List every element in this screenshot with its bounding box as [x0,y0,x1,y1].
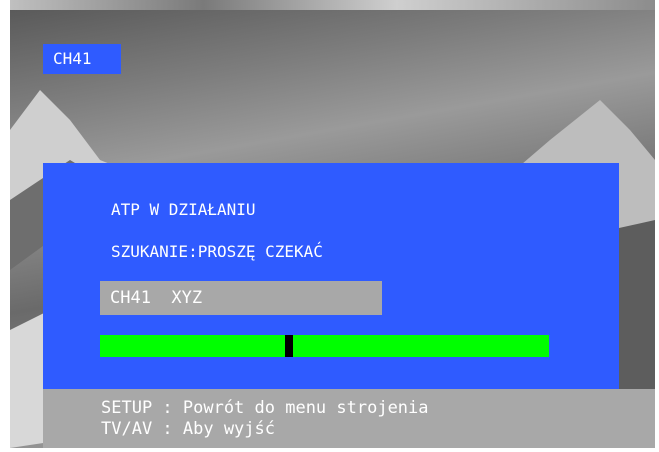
search-progress-bar [100,335,549,357]
help-bar: SETUP : Powrót do menu strojenia TV/AV :… [43,389,655,448]
help-setup-text: SETUP : Powrót do menu strojenia [101,398,429,418]
help-exit-text: TV/AV : Aby wyjść [101,419,275,439]
search-wait-text: SZUKANIE:PROSZĘ CZEKAĆ [111,242,323,261]
top-background-strip [10,0,655,10]
autotune-status-text: ATP W DZIAŁANIU [111,200,256,219]
channel-badge: CH41 [43,44,121,74]
autotune-dialog: ATP W DZIAŁANIU SZUKANIE:PROSZĘ CZEKAĆ C… [43,163,619,389]
current-channel-field: CH41 XYZ [100,281,382,315]
progress-position-marker [285,335,293,357]
